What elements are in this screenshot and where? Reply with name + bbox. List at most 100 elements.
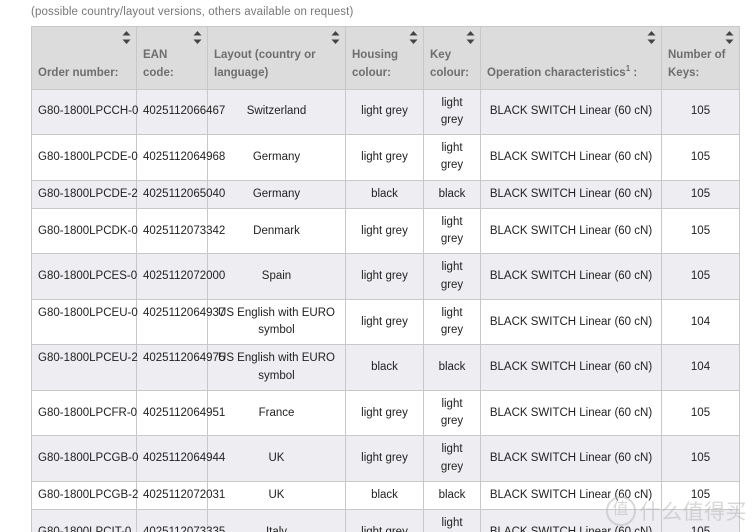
table-caption: (possible country/layout versions, other…	[31, 6, 354, 18]
cell-ean-code: 4025112073335	[137, 510, 225, 532]
cell-key-colour: light grey	[424, 299, 480, 345]
cell-layout: Germany	[208, 135, 345, 180]
cell-number-of-keys: 105	[662, 89, 739, 135]
cell-key-colour: light grey	[424, 135, 480, 180]
table-row: G80-1800LPCEU-2 4025112064975 US English w…	[32, 345, 739, 390]
sort-updown-icon[interactable]	[725, 31, 734, 44]
cell-layout: UK	[208, 481, 345, 510]
column-header-key-colour[interactable]: Key colour:	[424, 27, 480, 89]
cell-ean-code: 4025112072000	[137, 254, 225, 299]
cell-order-number: G80-1800LPCGB-0	[32, 436, 138, 481]
cell-layout: Germany	[208, 180, 345, 208]
cell-key-colour: light grey	[424, 390, 480, 436]
cell-layout: US English with EURO symbol	[208, 345, 345, 390]
column-header-ean-code[interactable]: EAN code:	[137, 27, 207, 89]
cell-order-number: G80-1800LPCDE-2	[32, 180, 138, 208]
cell-key-colour: black	[424, 481, 480, 510]
cell-layout: US English with EURO symbol	[208, 299, 345, 345]
cell-number-of-keys: 105	[662, 180, 739, 208]
cell-order-number: G80-1800LPCIT-0	[32, 510, 136, 532]
cell-ean-code: 4025112072031	[137, 481, 225, 510]
cell-housing-colour: black	[346, 180, 423, 208]
spec-table-container: Order number: EAN code: Layout (country …	[31, 26, 740, 532]
cell-ean-code: 4025112064975	[137, 345, 225, 390]
table-row: G80-1800LPCDE-0 4025112064968 Germany light…	[32, 135, 739, 180]
column-header-layout[interactable]: Layout (country or language)	[208, 27, 345, 89]
cell-operation-characteristics: BLACK SWITCH Linear (60 cN)	[481, 180, 661, 208]
cell-order-number: G80-1800LPCFR-0	[32, 390, 137, 436]
header-row: Order number: EAN code: Layout (country …	[32, 27, 739, 89]
cell-ean-code: 4025112064937	[137, 299, 225, 345]
table-row: G80-1800LPCDK-0 4025112073342 Denmark light…	[32, 208, 739, 254]
table-row: G80-1800LPCEU-0 4025112064937 US English w…	[32, 299, 739, 345]
cell-housing-colour: light grey	[346, 89, 423, 135]
cell-key-colour: light grey	[424, 254, 480, 299]
cell-operation-characteristics: BLACK SWITCH Linear (60 cN)	[481, 89, 661, 135]
sort-updown-icon[interactable]	[409, 31, 418, 44]
table-row: G80-1800LPCCH-0 4025112066467 Switzerland l…	[32, 89, 739, 135]
cell-number-of-keys: 105	[662, 208, 739, 254]
column-header-operation-characteristics[interactable]: Operation characteristics1 :	[481, 27, 661, 89]
cell-operation-characteristics: BLACK SWITCH Linear (60 cN)	[481, 299, 661, 345]
column-header-number-of-keys[interactable]: Number of Keys:	[662, 27, 739, 89]
cell-key-colour: black	[424, 345, 480, 390]
cell-number-of-keys: 104	[662, 299, 739, 345]
sort-updown-icon[interactable]	[122, 31, 131, 44]
cell-order-number: G80-1800LPCDK-0	[32, 208, 138, 254]
cell-operation-characteristics: BLACK SWITCH Linear (60 cN)	[481, 510, 661, 532]
table-row: G80-1800LPCDE-2 4025112065040 Germany black…	[32, 180, 739, 208]
cell-housing-colour: light grey	[346, 254, 423, 299]
cell-operation-characteristics: BLACK SWITCH Linear (60 cN)	[481, 390, 661, 436]
spec-table: Order number: EAN code: Layout (country …	[31, 26, 740, 532]
column-header-label: Operation characteristics	[487, 66, 626, 79]
cell-key-colour: light grey	[424, 436, 480, 481]
column-header-label: Number of Keys:	[668, 49, 726, 79]
cell-number-of-keys: 104	[662, 345, 739, 390]
cell-key-colour: light grey	[424, 89, 480, 135]
column-header-label: Housing colour:	[352, 49, 398, 79]
sort-updown-icon[interactable]	[466, 31, 475, 44]
sort-updown-icon[interactable]	[647, 31, 656, 44]
column-header-label: EAN code:	[143, 49, 174, 79]
sort-updown-icon[interactable]	[331, 31, 340, 44]
cell-operation-characteristics: BLACK SWITCH Linear (60 cN)	[481, 208, 661, 254]
column-header-order-number[interactable]: Order number:	[32, 27, 136, 89]
cell-ean-code: 4025112064968	[137, 135, 225, 180]
cell-number-of-keys: 105	[662, 254, 739, 299]
cell-ean-code: 4025112064951	[137, 390, 225, 436]
cell-housing-colour: light grey	[346, 135, 423, 180]
table-row: G80-1800LPCGB-2 4025112072031 UK black black…	[32, 481, 739, 510]
column-header-housing-colour[interactable]: Housing colour:	[346, 27, 423, 89]
cell-ean-code: 4025112066467	[137, 89, 225, 135]
cell-housing-colour: light grey	[346, 208, 423, 254]
column-header-label: Layout (country or language)	[214, 49, 316, 79]
column-header-superscript: 1	[625, 63, 631, 73]
cell-key-colour: light grey	[424, 208, 480, 254]
cell-key-colour: black	[424, 180, 480, 208]
cell-ean-code: 4025112064944	[137, 436, 225, 481]
cell-layout: Spain	[208, 254, 345, 299]
cell-order-number: G80-1800LPCEU-0	[32, 299, 138, 345]
cell-number-of-keys: 105	[662, 135, 739, 180]
cell-layout: Italy	[208, 510, 345, 532]
cell-housing-colour: black	[346, 345, 423, 390]
column-header-suffix: :	[633, 66, 638, 79]
cell-operation-characteristics: BLACK SWITCH Linear (60 cN)	[481, 436, 661, 481]
cell-housing-colour: light grey	[346, 390, 423, 436]
spec-table-body: G80-1800LPCCH-0 4025112066467 Switzerland l…	[32, 89, 739, 532]
cell-layout: France	[208, 390, 345, 436]
cell-housing-colour: light grey	[346, 299, 423, 345]
cell-order-number: G80-1800LPCCH-0	[32, 89, 138, 135]
sort-updown-icon[interactable]	[193, 31, 202, 44]
column-header-label: Key colour:	[430, 49, 469, 79]
spec-table-head: Order number: EAN code: Layout (country …	[32, 27, 739, 89]
cell-order-number: G80-1800LPCGB-2	[32, 481, 138, 510]
cell-housing-colour: black	[346, 481, 423, 510]
cell-housing-colour: light grey	[346, 436, 423, 481]
cell-number-of-keys: 105	[662, 510, 739, 532]
page-root: (possible country/layout versions, other…	[0, 0, 755, 532]
cell-ean-code: 4025112073342	[137, 208, 225, 254]
cell-order-number: G80-1800LPCES-0	[32, 254, 137, 299]
cell-number-of-keys: 105	[662, 436, 739, 481]
cell-operation-characteristics: BLACK SWITCH Linear (60 cN)	[481, 254, 661, 299]
